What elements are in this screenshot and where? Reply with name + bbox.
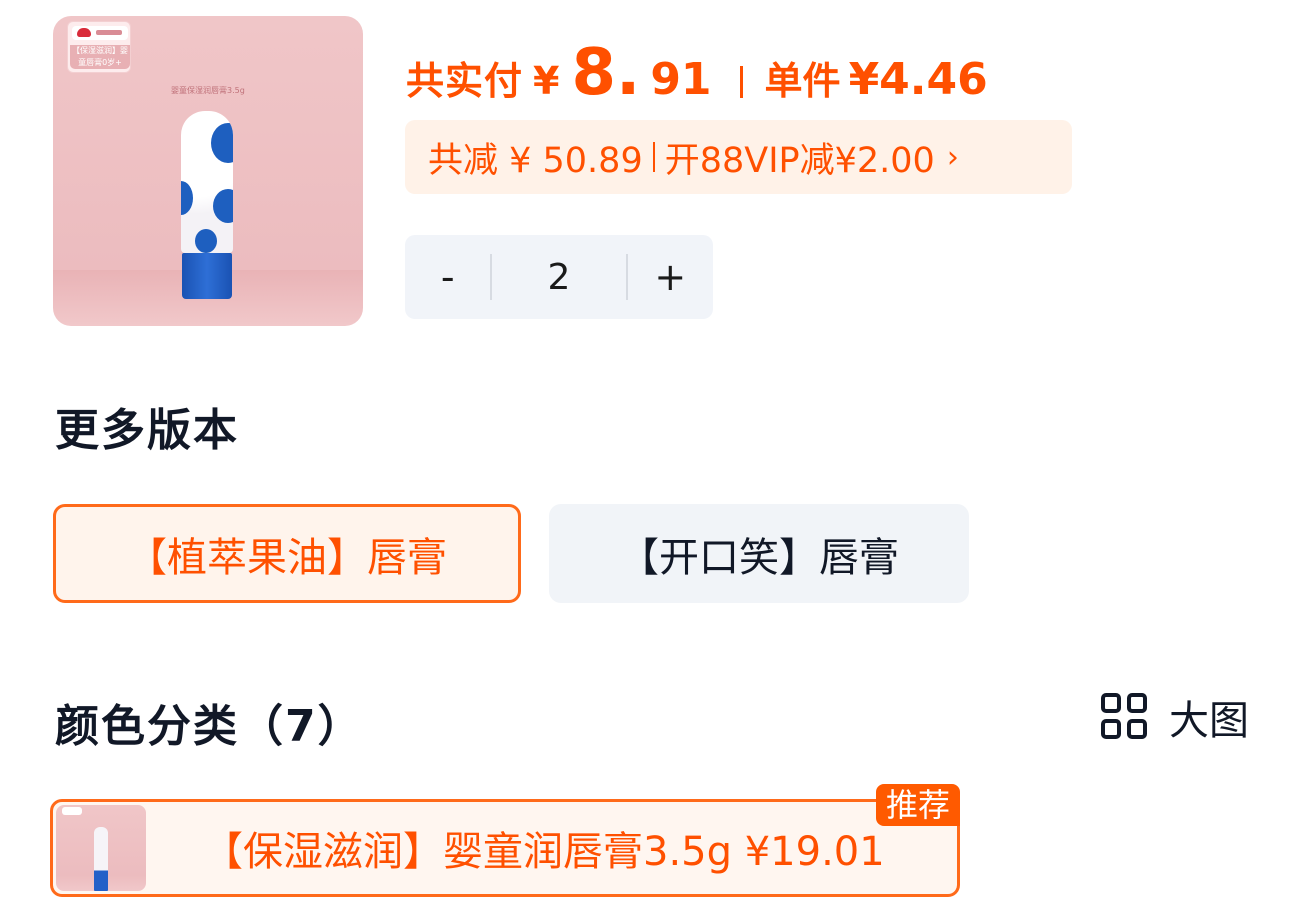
- big-view-button[interactable]: 大图: [1101, 690, 1249, 744]
- version-option-label: 【开口笑】唇膏: [619, 534, 899, 581]
- lip-balm-illustration: [181, 111, 233, 299]
- color-category-title: 颜色分类（7）: [55, 701, 364, 752]
- brand-logo: [72, 26, 128, 40]
- color-thumbnail: [56, 805, 146, 891]
- increase-quantity-button[interactable]: +: [628, 255, 713, 299]
- total-price-label: 共实付: [406, 59, 524, 103]
- product-image[interactable]: 【保湿滋润】婴童唇膏0岁+ 婴童保湿润唇膏3.5g: [53, 16, 363, 326]
- unit-price-label: 单件: [764, 59, 841, 103]
- quantity-value[interactable]: 2: [492, 257, 625, 298]
- price-row: 共实付 ¥ 8. 91 单件 ¥4.46: [406, 36, 988, 110]
- recommend-badge: 推荐: [875, 784, 960, 826]
- color-option-selected[interactable]: 【保湿滋润】婴童润唇膏3.5g ¥19.01 推荐: [50, 784, 960, 897]
- color-option-label: 【保湿滋润】婴童润唇膏3.5g ¥19.01: [203, 829, 885, 875]
- quantity-stepper: - 2 +: [405, 235, 713, 319]
- total-price-decimal: 91: [650, 54, 712, 105]
- decrease-quantity-button[interactable]: -: [405, 255, 490, 299]
- currency-symbol: ¥: [533, 59, 560, 103]
- total-price-integer: 8.: [571, 36, 641, 110]
- unit-price: ¥4.46: [848, 54, 988, 105]
- big-view-label: 大图: [1169, 698, 1249, 744]
- chevron-right-icon: ›: [946, 139, 959, 175]
- vip-offer: 开88VIP减¥2.00: [664, 140, 935, 181]
- versions-title: 更多版本: [55, 405, 239, 456]
- grid-icon: [1101, 693, 1149, 741]
- discount-divider: [652, 142, 655, 172]
- image-badge-text: 【保湿滋润】婴童唇膏0岁+: [70, 45, 130, 69]
- price-divider: [739, 66, 743, 98]
- version-option-selected[interactable]: 【植萃果油】唇膏: [53, 504, 521, 603]
- total-discount: 共减 ¥ 50.89: [428, 140, 643, 181]
- version-option[interactable]: 【开口笑】唇膏: [549, 504, 969, 603]
- image-caption: 婴童保湿润唇膏3.5g: [171, 86, 245, 95]
- discount-bar[interactable]: 共减 ¥ 50.89 开88VIP减¥2.00 ›: [405, 120, 1072, 194]
- image-badge: 【保湿滋润】婴童唇膏0岁+: [67, 21, 131, 73]
- version-option-label: 【植萃果油】唇膏: [127, 534, 447, 581]
